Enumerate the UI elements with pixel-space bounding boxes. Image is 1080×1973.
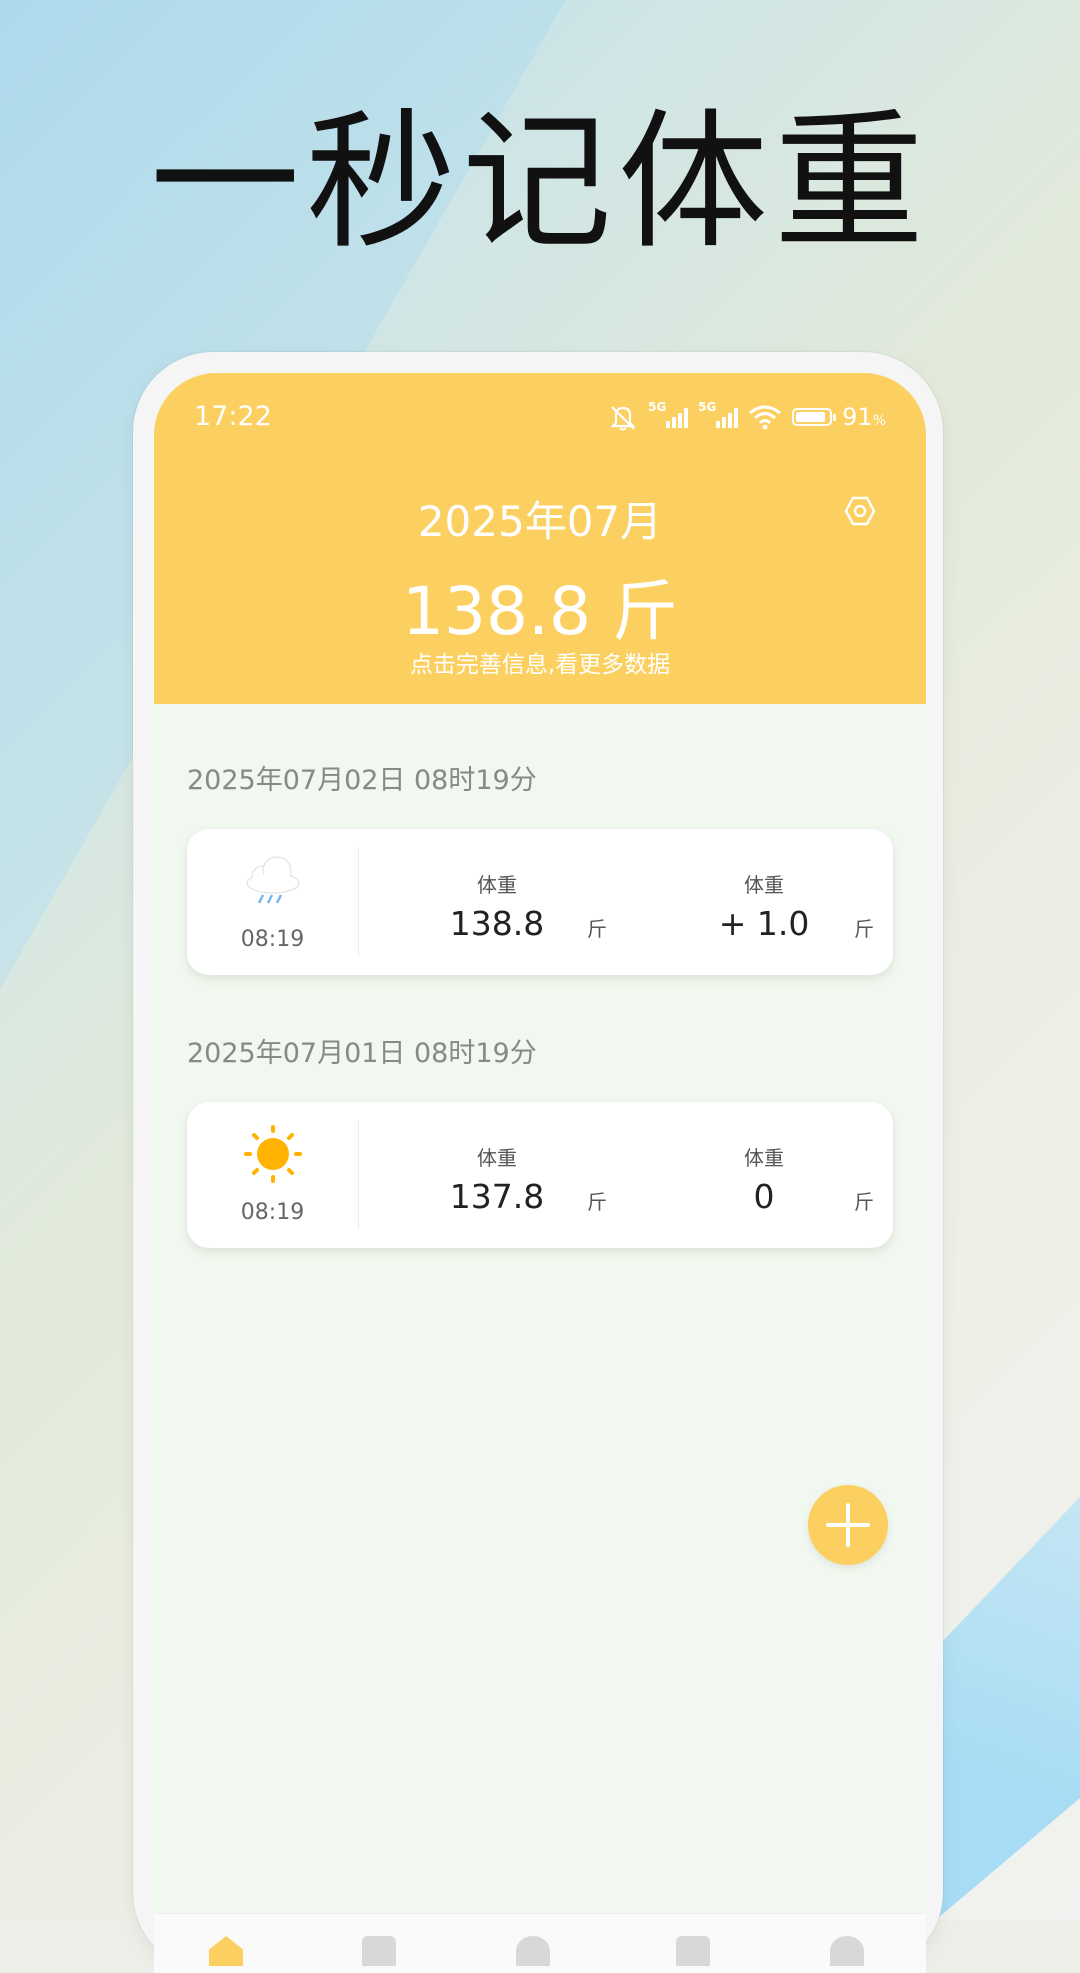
- change-unit: 斤: [854, 917, 874, 941]
- complete-info-hint[interactable]: 点击完善信息,看更多数据: [154, 645, 926, 679]
- rain-cloud-icon: [246, 856, 299, 904]
- wifi-icon: [749, 405, 782, 430]
- change-label: 体重: [744, 873, 784, 897]
- calendar-icon[interactable]: [362, 1936, 396, 1966]
- weight-metric: 体重 137.8 斤: [417, 1142, 617, 1216]
- weight-value: 138.8: [449, 904, 545, 943]
- record-card[interactable]: 08:19 体重 137.8 斤 体重 0 斤: [187, 1102, 893, 1248]
- chart-icon[interactable]: [516, 1936, 550, 1966]
- change-metric: 体重 0 斤: [684, 1142, 884, 1216]
- battery-text: 91%: [842, 403, 886, 431]
- app-screen: 17:22 5G 5G 91% 2025年07月 138.8 斤 点击完善信息,…: [154, 373, 926, 1973]
- profile-icon[interactable]: [830, 1936, 864, 1966]
- home-icon[interactable]: [209, 1936, 243, 1966]
- list-icon[interactable]: [676, 1936, 710, 1966]
- weight-unit: 斤: [587, 1190, 607, 1214]
- weight-label: 体重: [477, 1146, 517, 1170]
- signal-5g-icon: 5G: [648, 400, 689, 428]
- month-title: 2025年07月: [417, 497, 663, 546]
- battery-icon: [792, 408, 837, 426]
- change-label: 体重: [744, 1146, 784, 1170]
- status-icons: 5G 5G 91%: [608, 400, 886, 431]
- record-time: 08:19: [240, 927, 305, 952]
- hexagon-gear-icon[interactable]: [844, 495, 876, 527]
- bottom-tab-bar: [154, 1913, 926, 1973]
- weight-metric: 体重 138.8 斤: [417, 869, 617, 943]
- record-date: 2025年07月01日 08时19分: [187, 1038, 537, 1069]
- change-metric: 体重 + 1.0 斤: [684, 869, 884, 943]
- change-unit: 斤: [854, 1190, 874, 1214]
- promo-headline: 一秒记体重: [149, 96, 930, 270]
- signal-5g-icon: 5G: [698, 400, 739, 428]
- weight-value: 137.8: [449, 1177, 545, 1216]
- current-weight: 138.8 斤: [402, 573, 678, 650]
- change-value: 0: [753, 1177, 775, 1216]
- sun-icon: [243, 1125, 302, 1183]
- add-record-button[interactable]: [808, 1485, 888, 1565]
- change-value: + 1.0: [718, 904, 810, 943]
- status-time: 17:22: [194, 401, 272, 432]
- record-card[interactable]: 08:19 体重 138.8 斤 体重 + 1.0 斤: [187, 829, 893, 975]
- mute-bell-icon: [610, 406, 636, 431]
- summary-header[interactable]: 17:22 5G 5G 91% 2025年07月 138.8 斤 点击完善信息,…: [154, 373, 926, 704]
- weight-unit: 斤: [587, 917, 607, 941]
- record-date: 2025年07月02日 08时19分: [187, 765, 537, 796]
- weight-label: 体重: [477, 873, 517, 897]
- status-bar: 17:22 5G 5G 91%: [194, 400, 886, 441]
- phone-frame: 17:22 5G 5G 91% 2025年07月 138.8 斤 点击完善信息,…: [133, 352, 943, 1973]
- record-time: 08:19: [240, 1200, 305, 1225]
